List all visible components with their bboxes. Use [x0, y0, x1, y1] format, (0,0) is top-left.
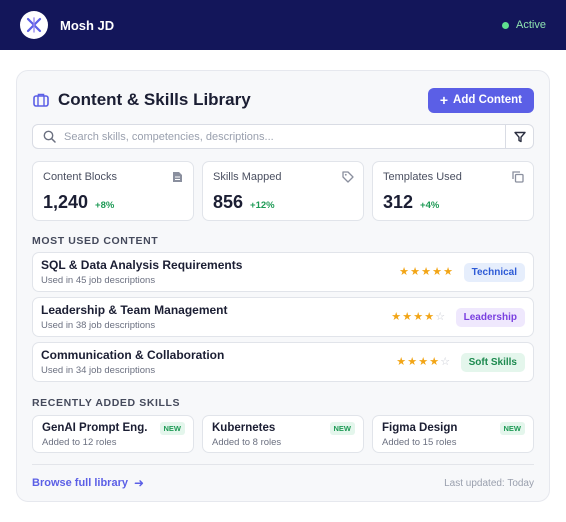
star-filled-icon: ★: [410, 265, 421, 278]
most-used-list: SQL & Data Analysis Requirements Used in…: [32, 252, 534, 387]
star-filled-icon: ★: [443, 265, 454, 278]
logo-icon: [26, 17, 42, 33]
plus-icon: +: [439, 92, 449, 108]
filter-button[interactable]: [505, 125, 533, 148]
brand-name: Mosh JD: [60, 17, 115, 33]
stat-label: Skills Mapped: [213, 171, 282, 183]
content-usage: Used in 45 job descriptions: [41, 275, 156, 286]
star-filled-icon: ★: [424, 310, 435, 323]
status-label: Active: [516, 19, 546, 31]
last-updated: Last updated: Today: [444, 477, 534, 489]
star-filled-icon: ★: [396, 355, 407, 368]
star-filled-icon: ★: [418, 355, 429, 368]
stat-content-blocks[interactable]: Content Blocks 1,240 +8%: [32, 161, 194, 221]
skill-card[interactable]: Kubernetes Added to 8 roles NEW: [202, 415, 364, 453]
stat-value: 312: [383, 192, 414, 212]
star-filled-icon: ★: [399, 265, 410, 278]
stat-label: Content Blocks: [43, 171, 117, 183]
library-header: Content & Skills Library + Add Content: [32, 87, 534, 113]
document-icon: [172, 171, 184, 183]
star-filled-icon: ★: [432, 265, 443, 278]
filter-icon: [513, 131, 526, 142]
new-badge: NEW: [159, 422, 185, 435]
stat-label: Templates Used: [383, 171, 462, 183]
most-used-heading: MOST USED CONTENT: [32, 235, 159, 247]
content-title: SQL & Data Analysis Requirements: [41, 258, 243, 272]
star-empty-icon: ☆: [440, 355, 451, 368]
status-dot-icon: [502, 21, 510, 29]
content-usage: Used in 34 job descriptions: [41, 365, 156, 376]
rating-stars: ★ ★ ★ ★ ☆: [396, 355, 451, 368]
stat-value: 856: [213, 192, 244, 212]
tag-icon: [342, 171, 354, 183]
list-item[interactable]: SQL & Data Analysis Requirements Used in…: [32, 252, 534, 292]
skill-card[interactable]: GenAI Prompt Eng. Added to 12 roles NEW: [32, 415, 194, 453]
skill-roles: Added to 12 roles: [42, 437, 117, 448]
browse-library-link[interactable]: Browse full library ➜: [32, 476, 144, 490]
star-filled-icon: ★: [421, 265, 432, 278]
stat-delta: +8%: [95, 200, 115, 211]
category-tag[interactable]: Leadership: [455, 307, 525, 327]
content-title: Leadership & Team Management: [41, 303, 228, 317]
recent-skills-row: GenAI Prompt Eng. Added to 12 roles NEW …: [32, 415, 534, 453]
divider: [32, 464, 534, 465]
star-filled-icon: ★: [402, 310, 413, 323]
rating-stars: ★ ★ ★ ★ ☆: [391, 310, 446, 323]
add-content-label: Add Content: [453, 94, 522, 106]
status-indicator: Active: [502, 19, 546, 31]
star-filled-icon: ★: [391, 310, 402, 323]
logo[interactable]: [20, 11, 48, 39]
content-usage: Used in 38 job descriptions: [41, 320, 156, 331]
content-title: Communication & Collaboration: [41, 348, 225, 362]
stat-delta: +12%: [250, 200, 275, 211]
add-content-button[interactable]: + Add Content: [427, 87, 534, 113]
new-badge: NEW: [499, 422, 525, 435]
stat-skills-mapped[interactable]: Skills Mapped 856 +12%: [202, 161, 364, 221]
search-bar: [32, 124, 534, 149]
stat-templates-used[interactable]: Templates Used 312 +4%: [372, 161, 534, 221]
star-filled-icon: ★: [407, 355, 418, 368]
new-badge: NEW: [329, 422, 355, 435]
star-filled-icon: ★: [429, 355, 440, 368]
stat-value: 1,240: [43, 192, 89, 212]
stats-row: Content Blocks 1,240 +8% Skills Mapped 8…: [32, 161, 534, 221]
skill-roles: Added to 15 roles: [382, 437, 457, 448]
list-item[interactable]: Leadership & Team Management Used in 38 …: [32, 297, 534, 337]
library-card: Content & Skills Library + Add Content C…: [16, 70, 550, 502]
copy-icon: [512, 171, 524, 183]
search-input[interactable]: [64, 125, 505, 148]
star-filled-icon: ★: [413, 310, 424, 323]
category-tag[interactable]: Soft Skills: [460, 352, 525, 372]
recent-skills-heading: RECENTLY ADDED SKILLS: [32, 397, 181, 409]
arrow-right-icon: ➜: [133, 476, 145, 490]
star-empty-icon: ☆: [435, 310, 446, 323]
footer: Browse full library ➜ Last updated: Toda…: [32, 476, 534, 490]
stat-delta: +4%: [420, 200, 440, 211]
page-title: Content & Skills Library: [58, 90, 251, 109]
browse-label: Browse full library: [32, 477, 128, 489]
rating-stars: ★ ★ ★ ★ ★: [399, 265, 454, 278]
briefcase-icon: [32, 91, 50, 109]
category-tag[interactable]: Technical: [463, 262, 525, 282]
search-icon: [43, 130, 56, 143]
list-item[interactable]: Communication & Collaboration Used in 34…: [32, 342, 534, 382]
skill-card[interactable]: Figma Design Added to 15 roles NEW: [372, 415, 534, 453]
skill-roles: Added to 8 roles: [212, 437, 282, 448]
top-bar: Mosh JD Active: [0, 0, 566, 50]
